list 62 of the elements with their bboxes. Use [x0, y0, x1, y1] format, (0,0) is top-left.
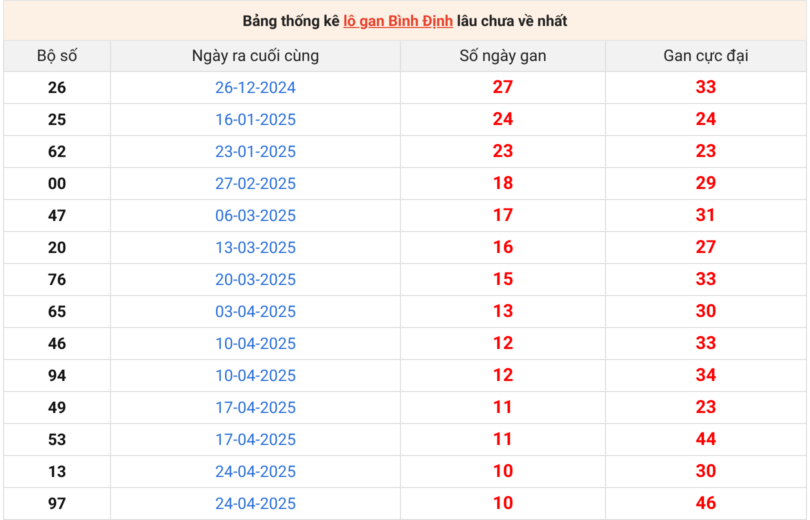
table-cell: 10: [400, 456, 606, 488]
table-cell: 53: [4, 424, 110, 456]
table-cell: 33: [606, 264, 806, 296]
table-cell: 30: [606, 456, 806, 488]
table-cell: 13: [4, 456, 110, 488]
table-cell: 17: [400, 200, 606, 232]
table-cell: 18: [400, 168, 606, 200]
table-cell: 13-03-2025: [110, 232, 400, 264]
table-cell: 33: [606, 328, 806, 360]
table-cell: 03-04-2025: [110, 296, 400, 328]
table-cell: 10-04-2025: [110, 328, 400, 360]
table-cell: 24-04-2025: [110, 456, 400, 488]
table-cell: 34: [606, 360, 806, 392]
table-cell: 27: [606, 232, 806, 264]
table-cell: 44: [606, 424, 806, 456]
table-cell: 46: [4, 328, 110, 360]
table-cell: 16: [400, 232, 606, 264]
column-header: Ngày ra cuối cùng: [110, 40, 400, 72]
table-cell: 33: [606, 72, 806, 104]
table-cell: 11: [400, 424, 606, 456]
table-cell: 20: [4, 232, 110, 264]
table-title: Bảng thống kê lô gan Bình Định lâu chưa về nhất: [242, 12, 568, 30]
table-cell: 62: [4, 136, 110, 168]
table-cell: 24-04-2025: [110, 488, 400, 520]
table-cell: 23: [606, 136, 806, 168]
table-cell: 20-03-2025: [110, 264, 400, 296]
table-cell: 26: [4, 72, 110, 104]
table-cell: 12: [400, 360, 606, 392]
table-cell: 27-02-2025: [110, 168, 400, 200]
table-cell: 17-04-2025: [110, 424, 400, 456]
table-cell: 94: [4, 360, 110, 392]
table-cell: 16-01-2025: [110, 104, 400, 136]
table-cell: 76: [4, 264, 110, 296]
table-cell: 23-01-2025: [110, 136, 400, 168]
table-cell: 13: [400, 296, 606, 328]
table-cell: 12: [400, 328, 606, 360]
table-cell: 24: [400, 104, 606, 136]
table-cell: 10: [400, 488, 606, 520]
table-cell: 06-03-2025: [110, 200, 400, 232]
column-header: Số ngày gan: [400, 40, 606, 72]
table-cell: 11: [400, 392, 606, 424]
table-cell: 49: [4, 392, 110, 424]
table-cell: 65: [4, 296, 110, 328]
table-cell: 26-12-2024: [110, 72, 400, 104]
column-header: Bộ số: [4, 40, 110, 72]
table-cell: 23: [606, 392, 806, 424]
table-cell: 15: [400, 264, 606, 296]
column-header: Gan cực đại: [606, 40, 806, 72]
table-cell: 31: [606, 200, 806, 232]
table-cell: 27: [400, 72, 606, 104]
table-cell: 30: [606, 296, 806, 328]
table-cell: 29: [606, 168, 806, 200]
table-cell: 47: [4, 200, 110, 232]
table-cell: 46: [606, 488, 806, 520]
table-cell: 23: [400, 136, 606, 168]
table-cell: 24: [606, 104, 806, 136]
title-link[interactable]: lô gan Bình Định: [343, 12, 454, 30]
table-cell: 10-04-2025: [110, 360, 400, 392]
table-cell: 17-04-2025: [110, 392, 400, 424]
table-cell: 97: [4, 488, 110, 520]
table-cell: 00: [4, 168, 110, 200]
table-cell: 25: [4, 104, 110, 136]
